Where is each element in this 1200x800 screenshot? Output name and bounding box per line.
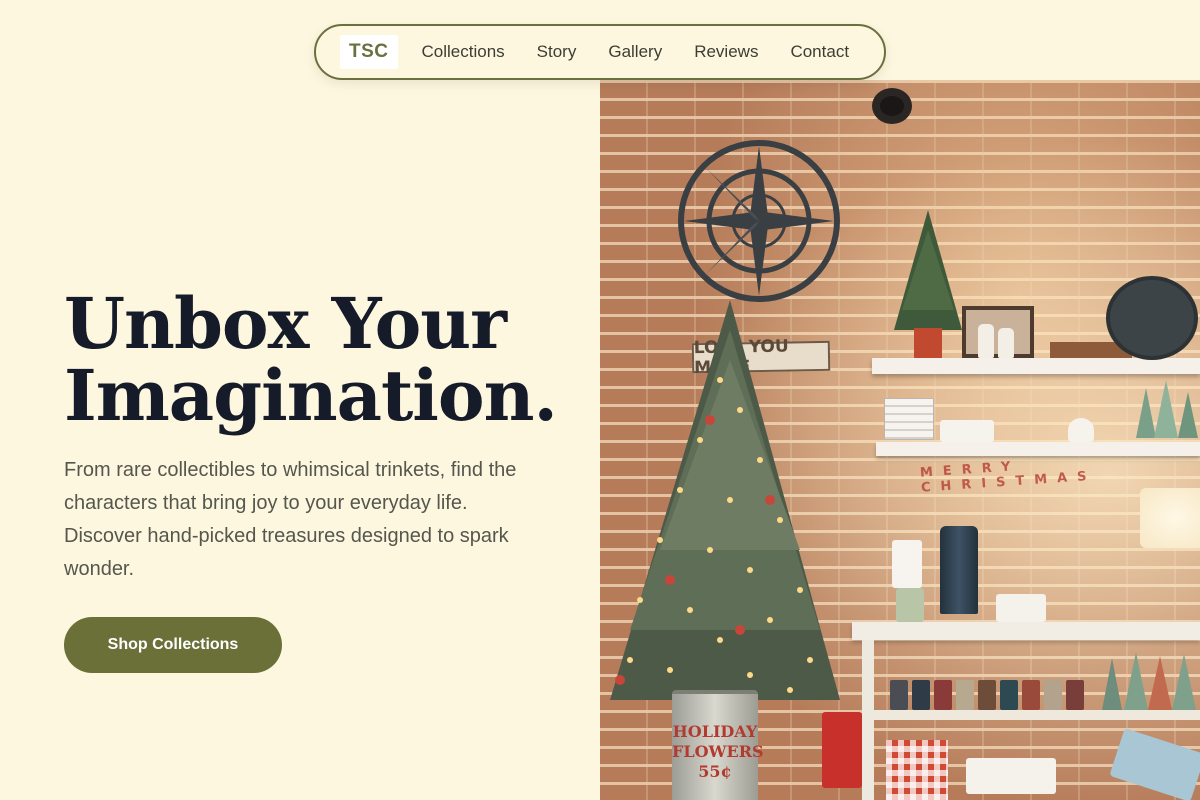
bottle-brush-trees-table-icon	[1102, 652, 1196, 710]
tin	[934, 680, 952, 710]
milk-bottle	[978, 324, 994, 358]
teapot	[1068, 418, 1094, 442]
bottle-brush-trees-icon	[1136, 380, 1198, 438]
small-pine-tree-icon	[894, 210, 962, 358]
christmas-tree-icon	[610, 300, 840, 700]
small-plant-pot	[896, 588, 924, 622]
tin	[978, 680, 996, 710]
red-bucket	[822, 712, 862, 788]
hero-title-line-1: Unbox Your	[64, 282, 507, 365]
nav-link-collections[interactable]: Collections	[422, 42, 505, 62]
hero-photo: LOVE YOU MORE	[600, 80, 1200, 800]
cup-stack	[892, 540, 922, 588]
nav-link-reviews[interactable]: Reviews	[694, 42, 758, 62]
top-nav: TSC Collections Story Gallery Reviews Co…	[314, 24, 886, 80]
nav-link-contact[interactable]: Contact	[790, 42, 849, 62]
nav-link-gallery[interactable]: Gallery	[608, 42, 662, 62]
mugs-lower-shelf	[940, 420, 994, 442]
mugs-bottom-shelf	[966, 758, 1056, 794]
coffee-dispenser	[940, 526, 978, 614]
coffee-table-top	[852, 622, 1200, 640]
wall-shelf-upper	[872, 358, 1200, 374]
table-leg	[862, 640, 874, 800]
tin	[912, 680, 930, 710]
hero-title: Unbox Your Imagination.	[64, 288, 584, 432]
logo[interactable]: TSC	[340, 35, 398, 69]
tin	[1044, 680, 1062, 710]
holiday-flowers-bucket: HOLIDAY FLOWERS 55¢	[672, 690, 764, 800]
bucket-label: HOLIDAY FLOWERS 55¢	[672, 722, 764, 781]
milk-bottle	[998, 328, 1014, 358]
serving-tray	[1106, 276, 1198, 360]
nav-link-story[interactable]: Story	[537, 42, 577, 62]
hero-subtitle: From rare collectibles to whimsical trin…	[64, 459, 517, 580]
tin	[956, 680, 974, 710]
tin	[1000, 680, 1018, 710]
tin	[1022, 680, 1040, 710]
tin	[890, 680, 908, 710]
wire-basket	[884, 398, 934, 440]
gingham-basket	[886, 740, 948, 800]
table-lamp	[1140, 488, 1200, 548]
hero-title-line-2: Imagination.	[64, 354, 558, 437]
tin	[1066, 680, 1084, 710]
compass-wall-decor-icon	[678, 140, 840, 302]
mugs-on-table	[996, 594, 1046, 622]
shop-collections-button[interactable]: Shop Collections	[64, 617, 282, 673]
wall-light-fixture-icon	[872, 88, 912, 124]
